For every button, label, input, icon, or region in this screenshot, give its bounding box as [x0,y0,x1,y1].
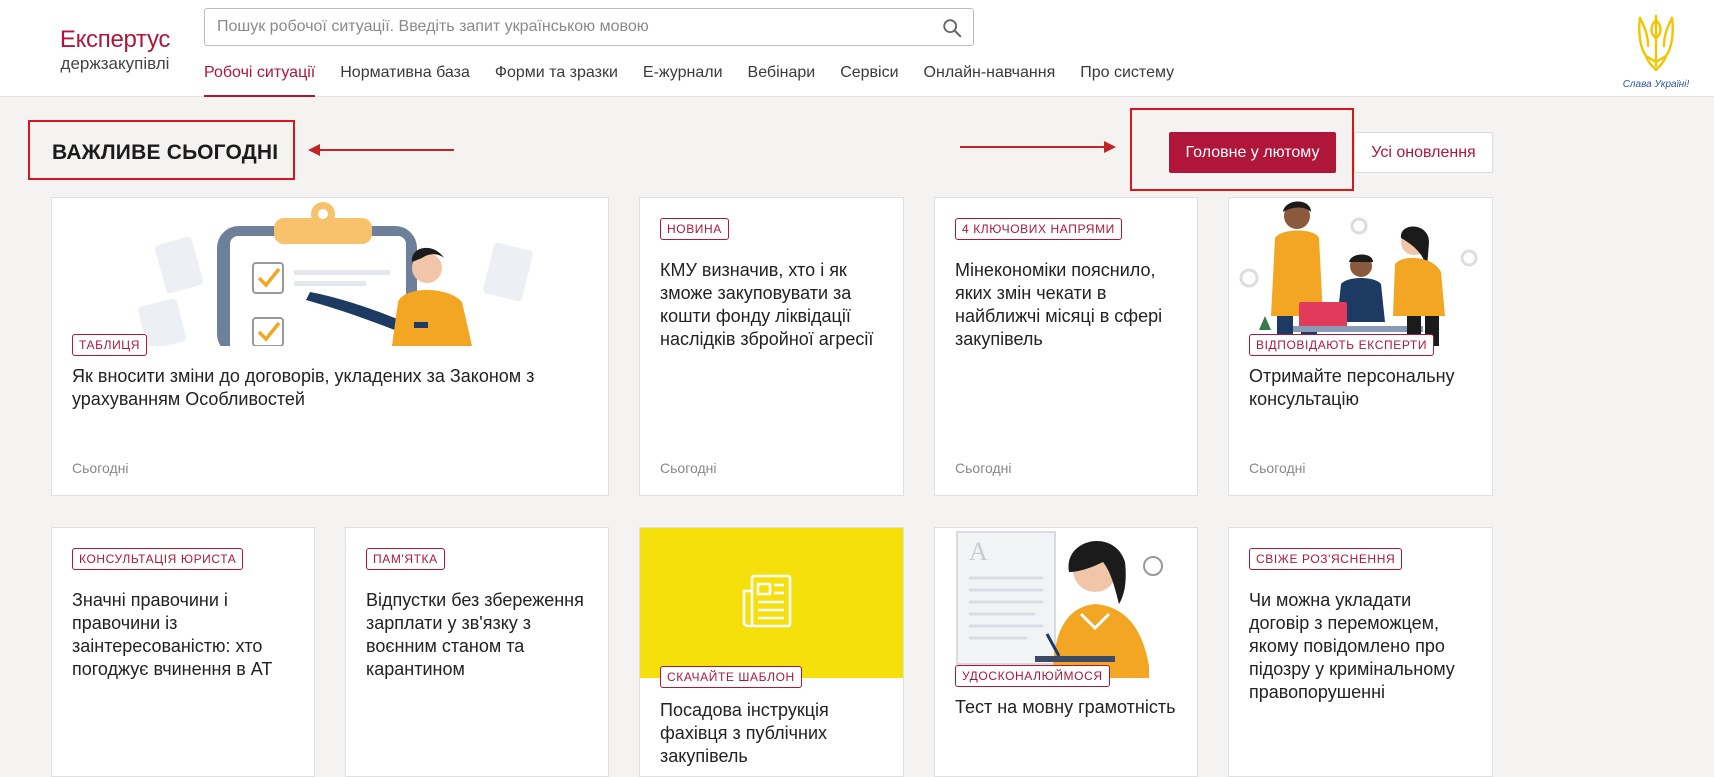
logo-main-text: Експертус [59,26,171,53]
card-tag: Свіже роз'яснення [1249,548,1403,570]
card-tag: Пам'ятка [366,548,445,570]
main-nav: Робочі ситуації Нормативна база Форми та… [204,64,1199,97]
nav-item-regulatory-base[interactable]: Нормативна база [340,64,470,97]
nav-item-online-learning[interactable]: Онлайн-навчання [924,64,1056,97]
card-tag: Таблиця [72,334,148,356]
main-of-month-button[interactable]: Головне у лютому [1169,132,1336,173]
card-title: Мінекономіки пояснило, яких змін чекати … [955,260,1163,349]
card-tag: Удосконалюймося [955,665,1110,687]
card-title: Тест на мовну грамотність [955,697,1176,717]
search-box [204,8,974,46]
annotation-arrow-right [960,141,1116,153]
nav-item-e-journals[interactable]: Е-журнали [643,64,723,97]
card-mineconomics[interactable]: 4 ключових напрями Мінекономіки пояснило… [934,197,1198,496]
card-tag: 4 ключових напрями [955,218,1122,240]
ukraine-emblem: Слава Україні! [1616,12,1696,92]
card-tag: Скачайте шаблон [660,666,802,688]
svg-text:A: A [969,537,988,566]
card-date: Сьогодні [660,460,717,476]
card-title: Посадова інструкція фахівця з публічних … [660,700,829,766]
emblem-caption: Слава Україні! [1622,79,1690,90]
nav-item-work-situations[interactable]: Робочі ситуації [204,64,316,97]
card-contract-changes[interactable]: Таблиця Як вносити зміни до договорів, у… [51,197,609,496]
card-title: КМУ визначив, хто і як зможе закуповуват… [660,260,874,349]
nav-item-about[interactable]: Про систему [1080,64,1174,97]
top-header: Експертус держзакупівлі Робочі ситуації … [0,0,1714,97]
card-language-test[interactable]: A Удосконалюймося Тест на мовну грамотні… [934,527,1198,777]
nav-item-webinars[interactable]: Вебінари [748,64,816,97]
card-title: Значні правочини і правочини із заінтере… [72,590,273,679]
trident-icon [1638,14,1674,72]
card-title: Чи можна укладати договір з переможцем, … [1249,590,1455,702]
card-download-template[interactable]: Скачайте шаблон Посадова інструкція фахі… [639,527,904,777]
card-fresh-explanation[interactable]: Свіже роз'яснення Чи можна укладати дого… [1228,527,1493,777]
card-date: Сьогодні [72,460,129,476]
card-date: Сьогодні [955,460,1012,476]
experts-team-illustration [1239,201,1478,346]
card-tag: Новина [660,218,729,240]
section-title: ВАЖЛИВЕ СЬОГОДНІ [52,141,279,164]
card-memo-vacations[interactable]: Пам'ятка Відпустки без збереження зарпла… [345,527,609,777]
logo-sub-text: держзакупівлі [60,54,170,73]
card-tag: Відповідають експерти [1249,334,1435,356]
site-logo[interactable]: Експертус держзакупівлі [55,26,175,74]
section-title-highlight: ВАЖЛИВЕ СЬОГОДНІ [28,120,295,180]
annotation-arrow-left [308,144,454,156]
card-date: Сьогодні [1249,460,1306,476]
card-kmu-fund[interactable]: Новина КМУ визначив, хто і як зможе заку… [639,197,904,496]
woman-thinking-illustration: A [956,531,1163,678]
all-updates-button[interactable]: Усі оновлення [1354,132,1493,173]
nav-item-services[interactable]: Сервіси [840,64,898,97]
card-lawyer-consultation[interactable]: Консультація юриста Значні правочини і п… [51,527,315,777]
document-template-icon [742,574,792,628]
search-icon[interactable] [941,17,963,39]
search-input[interactable] [217,9,927,45]
card-expert-consultation[interactable]: Відповідають експерти Отримайте персонал… [1228,197,1493,496]
nav-item-forms[interactable]: Форми та зразки [495,64,618,97]
card-tag: Консультація юриста [72,548,244,570]
card-title: Відпустки без збереження зарплати у зв'я… [366,590,584,679]
card-title: Отримайте персональну консультацію [1249,366,1455,409]
card-title: Як вносити зміни до договорів, укладених… [72,366,535,409]
clipboard-checklist-illustration [138,202,533,346]
